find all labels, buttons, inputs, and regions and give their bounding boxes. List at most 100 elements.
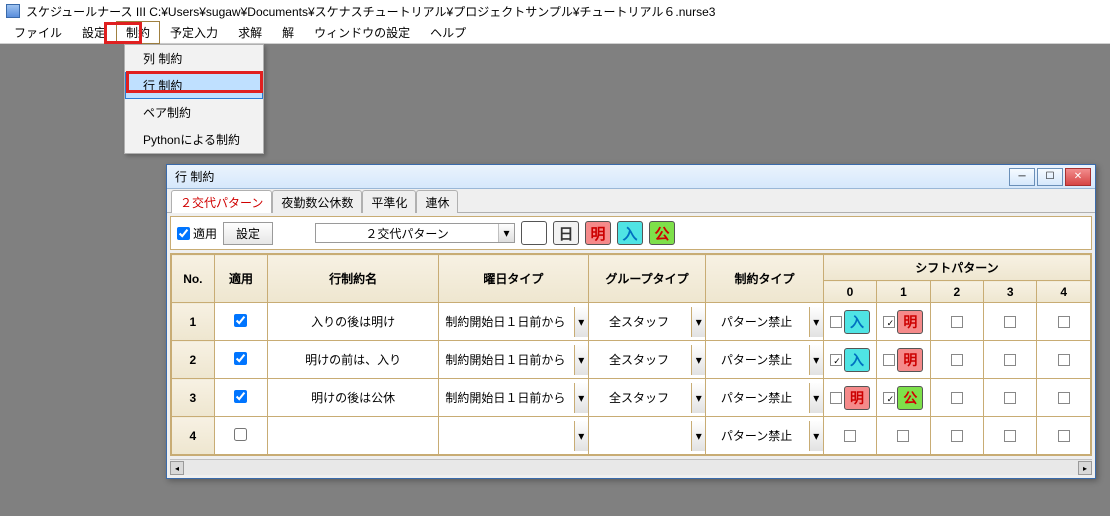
header-daytype[interactable]: 曜日タイプ	[439, 255, 589, 303]
menu-help[interactable]: ヘルプ	[420, 21, 476, 44]
ctype-cell[interactable]: パターン禁止▾	[706, 303, 824, 341]
chevron-down-icon[interactable]: ▾	[574, 345, 588, 375]
group-cell[interactable]: 全スタッフ▾	[588, 379, 706, 417]
chevron-down-icon[interactable]: ▾	[574, 383, 588, 413]
header-shiftpattern[interactable]: シフトパターン	[823, 255, 1090, 281]
maximize-button[interactable]: ☐	[1037, 168, 1063, 186]
header-no[interactable]: No.	[172, 255, 215, 303]
shift-checkbox[interactable]	[830, 354, 842, 366]
header-ctype[interactable]: 制約タイプ	[706, 255, 824, 303]
ctype-cell[interactable]: パターン禁止▾	[706, 341, 824, 379]
shift-checkbox[interactable]	[1004, 354, 1016, 366]
menu-solution[interactable]: 解	[272, 21, 304, 44]
row-name-cell[interactable]	[268, 417, 439, 455]
group-cell[interactable]: ▾	[588, 417, 706, 455]
apply-cell[interactable]	[214, 303, 267, 341]
chevron-down-icon[interactable]: ▾	[809, 421, 823, 451]
row-number[interactable]: 4	[172, 417, 215, 455]
shift-cell[interactable]: 公	[877, 379, 930, 417]
shift-checkbox[interactable]	[883, 392, 895, 404]
row-name-cell[interactable]: 明けの後は公休	[268, 379, 439, 417]
apply-cell[interactable]	[214, 379, 267, 417]
chevron-down-icon[interactable]: ▾	[809, 345, 823, 375]
header-rowname[interactable]: 行制約名	[268, 255, 439, 303]
daytype-cell[interactable]: ▾	[439, 417, 589, 455]
ctype-cell[interactable]: パターン禁止▾	[706, 379, 824, 417]
chevron-down-icon[interactable]: ▾	[691, 307, 705, 337]
shift-checkbox[interactable]	[1058, 430, 1070, 442]
daytype-cell[interactable]: 制約開始日１日前から▾	[439, 303, 589, 341]
header-apply[interactable]: 適用	[214, 255, 267, 303]
shift-checkbox[interactable]	[830, 316, 842, 328]
scroll-right-icon[interactable]: ▸	[1078, 461, 1092, 475]
pattern-name-combo[interactable]: ２交代パターン ▾	[315, 223, 515, 243]
shift-checkbox[interactable]	[883, 316, 895, 328]
group-cell[interactable]: 全スタッフ▾	[588, 341, 706, 379]
tab-leveling[interactable]: 平準化	[362, 190, 416, 213]
shift-cell[interactable]	[984, 303, 1037, 341]
row-number[interactable]: 1	[172, 303, 215, 341]
shift-checkbox[interactable]	[830, 392, 842, 404]
shift-cell[interactable]: 入	[823, 303, 876, 341]
close-button[interactable]: ✕	[1065, 168, 1091, 186]
menu-settings[interactable]: 設定	[72, 21, 116, 44]
tab-nightcount[interactable]: 夜勤数公休数	[272, 190, 362, 213]
shift-checkbox[interactable]	[1004, 392, 1016, 404]
settings-button[interactable]: 設定	[223, 222, 273, 245]
apply-cell[interactable]	[214, 417, 267, 455]
header-col4[interactable]: 4	[1037, 281, 1091, 303]
dropdown-col-constraint[interactable]: 列 制約	[125, 45, 263, 72]
shift-checkbox[interactable]	[1004, 316, 1016, 328]
chevron-down-icon[interactable]: ▾	[809, 307, 823, 337]
group-cell[interactable]: 全スタッフ▾	[588, 303, 706, 341]
menu-constraints[interactable]: 制約	[116, 21, 160, 44]
shift-cell[interactable]	[984, 417, 1037, 455]
row-name-cell[interactable]: 入りの後は明け	[268, 303, 439, 341]
header-col1[interactable]: 1	[877, 281, 930, 303]
daytype-cell[interactable]: 制約開始日１日前から▾	[439, 341, 589, 379]
row-number[interactable]: 3	[172, 379, 215, 417]
apply-row-checkbox[interactable]	[234, 314, 247, 327]
shift-cell[interactable]: 明	[877, 303, 930, 341]
chevron-down-icon[interactable]: ▾	[574, 307, 588, 337]
shift-cell[interactable]	[930, 379, 983, 417]
shift-checkbox[interactable]	[1058, 392, 1070, 404]
shift-cell[interactable]	[877, 417, 930, 455]
menu-schedule-input[interactable]: 予定入力	[160, 21, 228, 44]
tab-holidays[interactable]: 連休	[416, 190, 458, 213]
chevron-down-icon[interactable]: ▾	[809, 383, 823, 413]
apply-cell[interactable]	[214, 341, 267, 379]
row-number[interactable]: 2	[172, 341, 215, 379]
shift-cell[interactable]	[984, 341, 1037, 379]
shift-checkbox[interactable]	[897, 430, 909, 442]
shift-chip-iri[interactable]: 入	[617, 221, 643, 245]
shift-checkbox[interactable]	[951, 430, 963, 442]
shift-cell[interactable]	[930, 341, 983, 379]
shift-cell[interactable]	[984, 379, 1037, 417]
shift-cell[interactable]	[1037, 379, 1091, 417]
apply-checkbox-input[interactable]	[177, 227, 190, 240]
shift-cell[interactable]	[930, 417, 983, 455]
dropdown-python-constraint[interactable]: Pythonによる制約	[125, 126, 263, 153]
shift-cell[interactable]: 入	[823, 341, 876, 379]
menu-file[interactable]: ファイル	[4, 21, 72, 44]
daytype-cell[interactable]: 制約開始日１日前から▾	[439, 379, 589, 417]
shift-checkbox[interactable]	[1004, 430, 1016, 442]
menu-window-settings[interactable]: ウィンドウの設定	[304, 21, 420, 44]
tab-pattern[interactable]: ２交代パターン	[171, 190, 272, 213]
shift-cell[interactable]: 明	[823, 379, 876, 417]
chevron-down-icon[interactable]: ▾	[498, 224, 514, 242]
dropdown-pair-constraint[interactable]: ペア制約	[125, 99, 263, 126]
chevron-down-icon[interactable]: ▾	[691, 421, 705, 451]
header-grouptype[interactable]: グループタイプ	[588, 255, 706, 303]
scroll-left-icon[interactable]: ◂	[170, 461, 184, 475]
shift-cell[interactable]	[823, 417, 876, 455]
chevron-down-icon[interactable]: ▾	[691, 383, 705, 413]
shift-checkbox[interactable]	[883, 354, 895, 366]
shift-chip-blank[interactable]	[521, 221, 547, 245]
shift-cell[interactable]	[1037, 341, 1091, 379]
shift-checkbox[interactable]	[1058, 354, 1070, 366]
dropdown-row-constraint[interactable]: 行 制約	[125, 72, 263, 99]
apply-row-checkbox[interactable]	[234, 390, 247, 403]
shift-checkbox[interactable]	[844, 430, 856, 442]
